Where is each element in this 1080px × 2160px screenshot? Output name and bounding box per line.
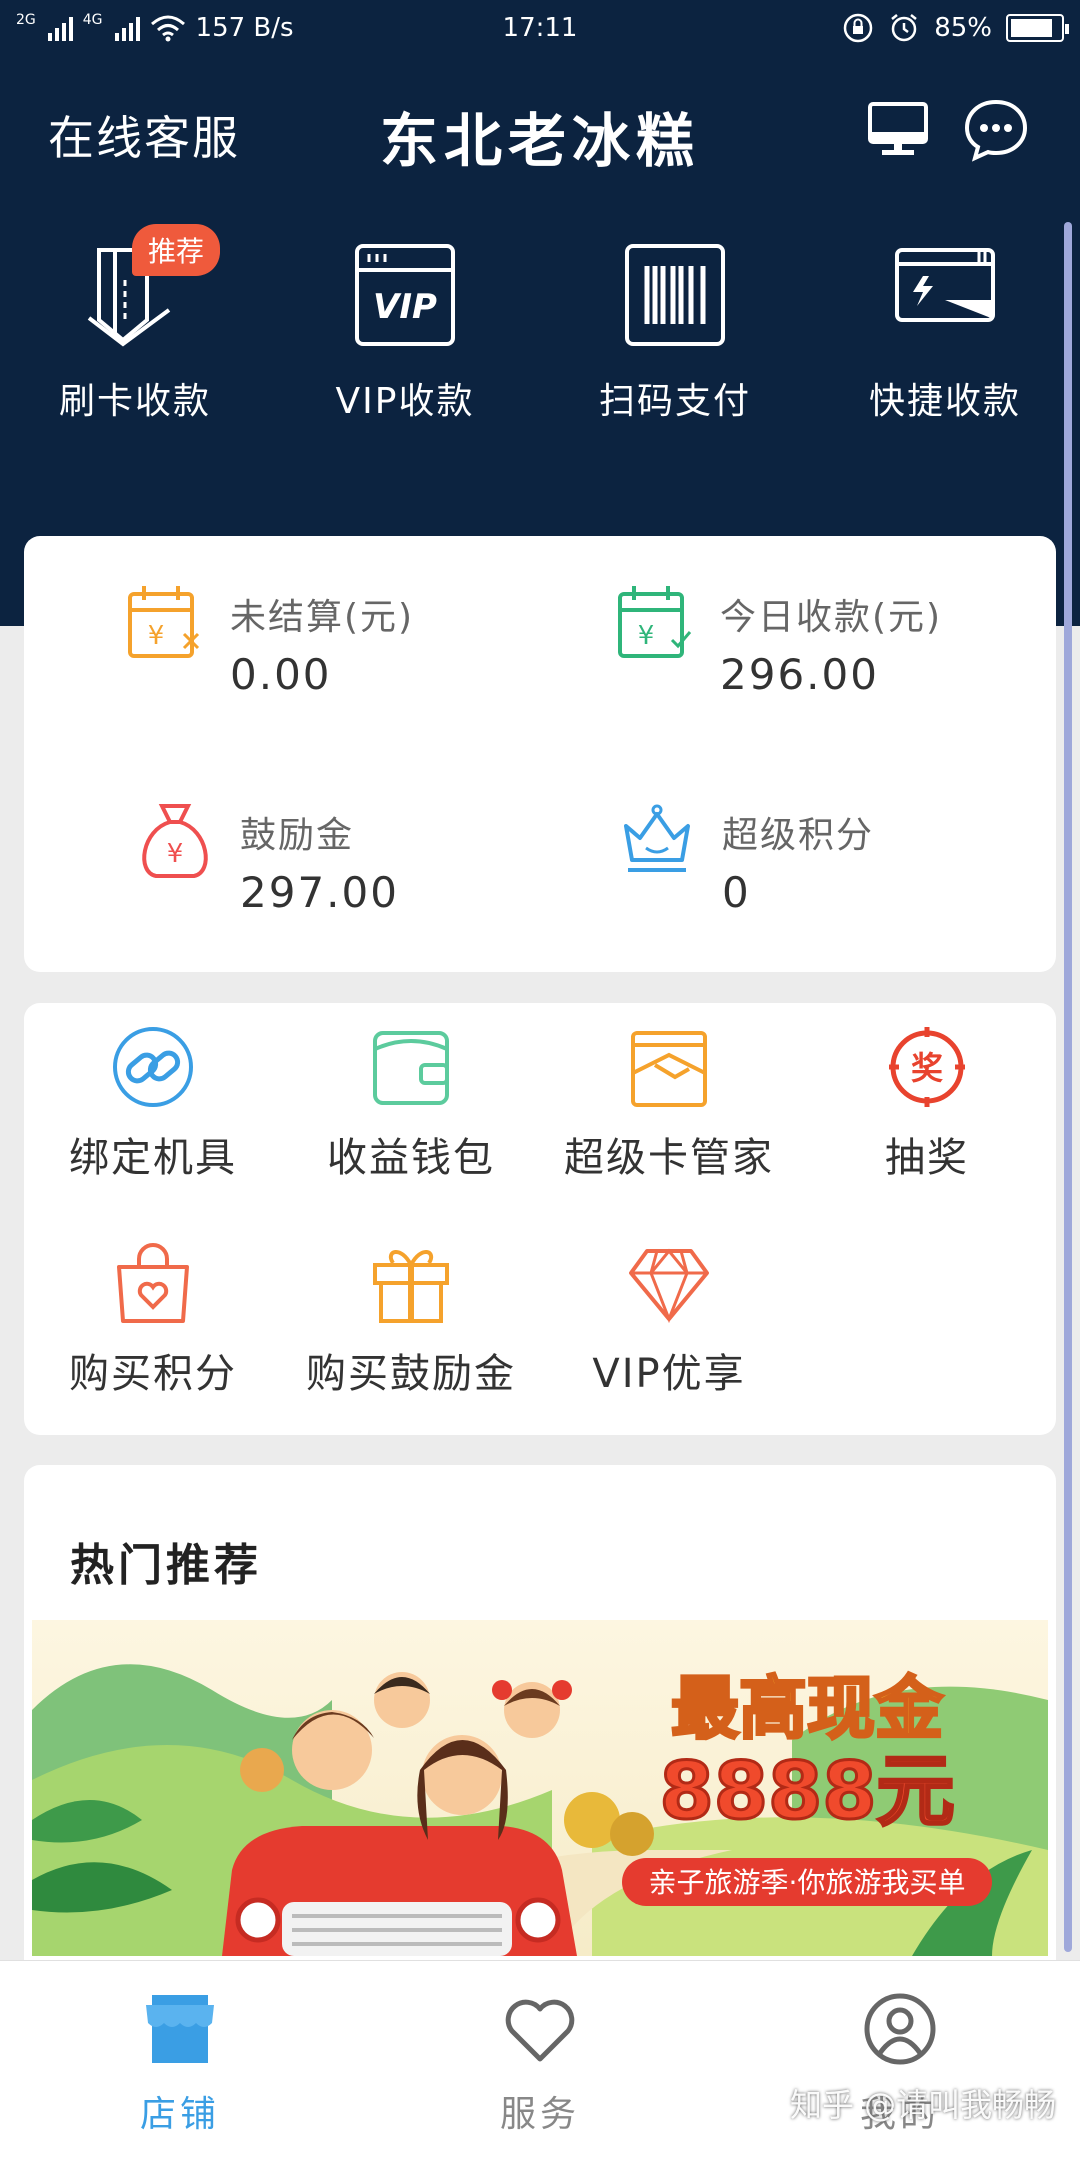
signal-icon — [47, 15, 73, 41]
network-type-2: 4G — [82, 12, 103, 28]
scrollbar[interactable] — [1064, 222, 1072, 1952]
svg-text:最高现金: 最高现金 — [671, 1670, 944, 1749]
signal-icon — [114, 15, 140, 41]
message-icon[interactable] — [964, 98, 1028, 162]
clock: 17:11 — [502, 13, 578, 43]
svg-text:8888元: 8888元 — [659, 1747, 954, 1837]
shopping-bag-heart-icon — [117, 1243, 189, 1323]
nav-label: 店铺 — [139, 2094, 220, 2135]
calendar-yen-check-icon: ¥ — [618, 586, 692, 658]
network-type-1: 2G — [16, 12, 36, 28]
wallet-icon — [373, 1031, 449, 1105]
link-icon — [113, 1027, 193, 1107]
alarm-icon — [891, 14, 917, 42]
vip-card-icon: VIP — [355, 244, 455, 346]
stat-label: 今日收款(元) — [720, 597, 943, 638]
bind-device-button[interactable]: 绑定机具 — [24, 1025, 282, 1195]
flash-card-icon — [895, 248, 995, 322]
quick-action-label: 刷卡收款 — [58, 381, 211, 422]
svg-text:¥: ¥ — [167, 839, 184, 869]
svg-text:¥: ¥ — [638, 621, 655, 651]
barcode-icon — [625, 244, 725, 346]
lottery-icon: 奖 — [889, 1027, 965, 1107]
calendar-yen-x-icon: ¥ — [128, 586, 200, 658]
title-bar: 在线客服 东北老冰糕 — [0, 80, 1080, 180]
rotation-lock-icon — [843, 13, 873, 43]
hot-recommend-card: 热门推荐 最高现金 8888元 亲子旅游季·你旅游我买单 — [24, 1465, 1056, 1985]
quick-actions: 推荐 刷卡收款 VIP VIP收款 扫码支付 快捷收款 — [0, 224, 1080, 430]
tool-label: VIP优享 — [592, 1351, 746, 1397]
gift-icon — [373, 1250, 449, 1323]
monitor-icon[interactable] — [866, 98, 930, 162]
quick-action-label: VIP收款 — [335, 381, 475, 422]
stat-value: 297.00 — [240, 868, 399, 917]
svg-text:奖: 奖 — [911, 1049, 943, 1087]
battery-icon — [1006, 14, 1069, 42]
stat-label: 未结算(元) — [230, 597, 415, 638]
super-card-manager-button[interactable]: 超级卡管家 — [540, 1025, 798, 1195]
quick-action-label: 扫码支付 — [598, 381, 751, 422]
stat-value: 0 — [722, 868, 751, 917]
stat-unsettled[interactable]: ¥ 未结算(元) 0.00 — [126, 582, 606, 722]
stats-card: ¥ 未结算(元) 0.00 ¥ 今日收款(元) 296.00 ¥ 鼓励金 297… — [24, 536, 1056, 972]
diamond-icon — [629, 1248, 709, 1324]
stat-label: 超级积分 — [722, 815, 875, 856]
nav-label: 服务 — [499, 2094, 580, 2135]
network-speed: 157 B/s — [195, 13, 294, 43]
wifi-icon — [150, 15, 185, 42]
tool-label: 收益钱包 — [327, 1135, 495, 1181]
vip-benefits-button[interactable]: VIP优享 — [540, 1241, 798, 1411]
tool-label: 超级卡管家 — [564, 1135, 774, 1181]
battery-percent: 85% — [934, 13, 992, 43]
tool-label: 购买鼓励金 — [306, 1351, 516, 1397]
card-envelope-icon — [631, 1031, 707, 1107]
heart-icon — [505, 1999, 575, 2062]
stat-today-income[interactable]: ¥ 今日收款(元) 296.00 — [616, 582, 1080, 722]
stat-label: 鼓励金 — [240, 815, 355, 856]
nav-mine[interactable]: 我的 — [750, 1961, 1050, 2160]
recommend-badge: 推荐 — [132, 224, 221, 276]
status-bar: 2G 4G 157 B/s 17:11 85% — [0, 0, 1080, 56]
lottery-button[interactable]: 奖 抽奖 — [798, 1025, 1056, 1195]
hot-recommend-title: 热门推荐 — [70, 1540, 262, 1591]
svg-text:亲子旅游季·你旅游我买单: 亲子旅游季·你旅游我买单 — [649, 1866, 966, 1899]
stat-bonus[interactable]: ¥ 鼓励金 297.00 — [136, 800, 616, 940]
svg-text:VIP: VIP — [373, 287, 437, 327]
quick-payment-button[interactable]: 快捷收款 — [810, 240, 1080, 430]
svg-text:¥: ¥ — [148, 621, 165, 651]
stat-super-points[interactable]: 超级积分 0 — [618, 800, 1080, 940]
nav-service[interactable]: 服务 — [390, 1961, 690, 2160]
money-bag-icon: ¥ — [142, 804, 208, 878]
vip-payment-button[interactable]: VIP VIP收款 — [270, 240, 540, 430]
tool-label: 购买积分 — [69, 1351, 237, 1397]
promo-banner-illustration: 最高现金 8888元 亲子旅游季·你旅游我买单 — [32, 1620, 1048, 1956]
tools-card: 绑定机具 收益钱包 超级卡管家 奖 抽奖 购买积分 购买鼓励金 VIP优享 — [24, 1003, 1056, 1435]
buy-points-button[interactable]: 购买积分 — [24, 1241, 282, 1411]
promo-banner[interactable]: 最高现金 8888元 亲子旅游季·你旅游我买单 — [32, 1620, 1048, 1956]
store-icon — [146, 1995, 214, 2063]
buy-bonus-button[interactable]: 购买鼓励金 — [282, 1241, 540, 1411]
income-wallet-button[interactable]: 收益钱包 — [282, 1025, 540, 1195]
user-icon — [864, 1993, 936, 2065]
scan-pay-button[interactable]: 扫码支付 — [540, 240, 810, 430]
tool-label: 抽奖 — [885, 1135, 969, 1181]
tool-label: 绑定机具 — [69, 1135, 237, 1181]
card-payment-button[interactable]: 推荐 刷卡收款 — [0, 224, 270, 430]
stat-value: 296.00 — [720, 650, 879, 699]
bottom-navigation: 店铺 服务 我的 — [0, 1960, 1080, 2160]
watermark: 知乎 @请叫我畅畅 — [790, 2086, 1057, 2124]
crown-icon — [624, 804, 690, 872]
nav-store[interactable]: 店铺 — [30, 1961, 330, 2160]
stat-value: 0.00 — [230, 650, 332, 699]
quick-action-label: 快捷收款 — [868, 381, 1021, 422]
